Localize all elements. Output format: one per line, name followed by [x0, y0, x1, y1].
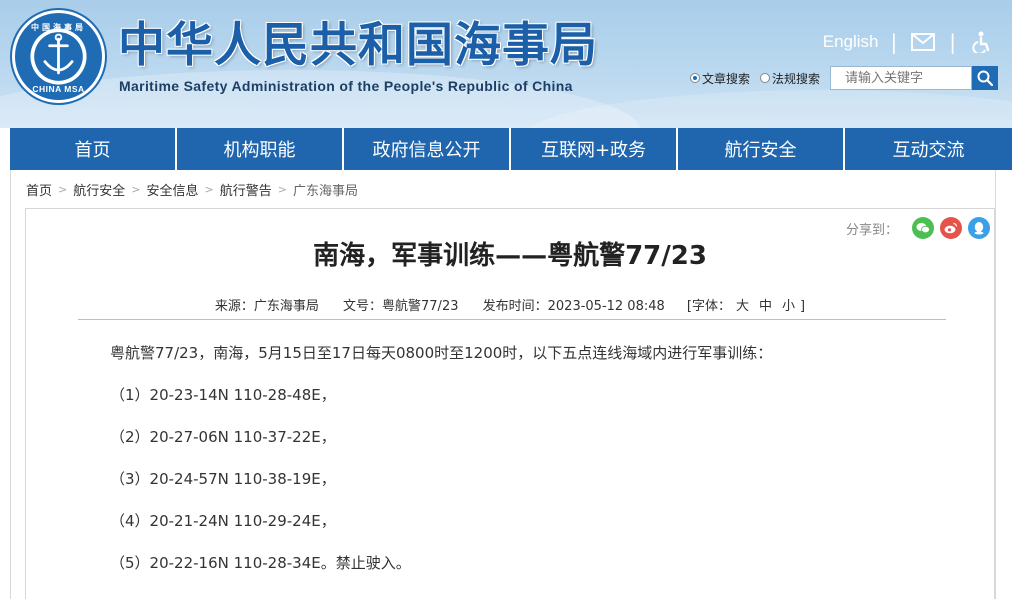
font-size-large[interactable]: 大: [736, 299, 749, 314]
content-frame: 首页 > 航行安全 > 安全信息 > 航行警告 > 广东海事局 分享到： 南海，…: [10, 170, 996, 599]
chevron-right-icon: >: [277, 183, 287, 196]
meta-publish-time: 发布时间：2023-05-12 08:48: [482, 299, 665, 314]
font-size-close: ]: [800, 299, 806, 314]
nav-item-navigation-safety[interactable]: 航行安全: [678, 128, 843, 170]
breadcrumb-item-navigation-safety[interactable]: 航行安全: [73, 180, 125, 199]
nav-item-functions[interactable]: 机构职能: [177, 128, 342, 170]
article-paragraph: （4）20-21-24N 110-29-24E，: [110, 512, 336, 530]
radio-law-search[interactable]: 法规搜索: [760, 70, 820, 87]
nav-item-internet-gov[interactable]: 互联网+政务: [511, 128, 676, 170]
article-body: 粤航警77/23，南海，5月15日至17日每天0800时至1200时，以下五点连…: [110, 341, 950, 593]
search-input[interactable]: [830, 66, 973, 90]
breadcrumb-item-guangdong[interactable]: 广东海事局: [293, 180, 358, 199]
radio-article-search[interactable]: 文章搜索: [690, 70, 750, 87]
logo-text-en: CHINA MSA: [32, 84, 85, 94]
search-button[interactable]: [972, 66, 999, 90]
divider: |: [890, 30, 898, 54]
meta-source: 来源：广东海事局: [214, 299, 319, 314]
nav-item-gov-info[interactable]: 政府信息公开: [344, 128, 509, 170]
main-nav: 首页 机构职能 政府信息公开 互联网+政务 航行安全 互动交流: [10, 128, 1012, 170]
logo-text-cn: 中国海事局: [31, 23, 86, 32]
radio-label: 文章搜索: [702, 71, 751, 86]
mail-icon[interactable]: [909, 30, 937, 54]
font-size-medium[interactable]: 中: [759, 299, 772, 314]
top-links: English | |: [823, 28, 996, 56]
radio-unselected: [760, 73, 771, 83]
article-paragraph: 粤航警77/23，南海，5月15日至17日每天0800时至1200时，以下五点连…: [110, 344, 773, 362]
font-size-small[interactable]: 小: [782, 299, 795, 314]
breadcrumb-item-home[interactable]: 首页: [26, 180, 52, 199]
breadcrumb: 首页 > 航行安全 > 安全信息 > 航行警告 > 广东海事局: [26, 180, 358, 199]
wechat-icon: [916, 223, 930, 234]
article-paragraph: （1）20-23-14N 110-28-48E，: [110, 386, 336, 404]
msa-logo[interactable]: 中国海事局 CHINA MSA: [12, 10, 105, 103]
chevron-right-icon: >: [204, 183, 214, 196]
breadcrumb-item-nav-warning[interactable]: 航行警告: [220, 180, 272, 199]
meta-doc-number: 文号：粤航警77/23: [343, 299, 459, 314]
site-title[interactable]: 中华人民共和国海事局: [118, 18, 598, 74]
chevron-right-icon: >: [131, 183, 141, 196]
radio-label: 法规搜索: [772, 71, 821, 86]
radio-selected: [690, 73, 700, 83]
nav-item-interaction[interactable]: 互动交流: [845, 128, 1012, 170]
english-link[interactable]: English: [823, 32, 879, 52]
article-meta: 来源：广东海事局 文号：粤航警77/23 发布时间：2023-05-12 08:…: [26, 295, 994, 314]
article-paragraph: （5）20-22-16N 110-28-34E。禁止驶入。: [110, 554, 411, 572]
breadcrumb-item-safety-info[interactable]: 安全信息: [146, 180, 198, 199]
article-paragraph: （3）20-24-57N 110-38-19E，: [110, 470, 336, 488]
header-wave: [520, 90, 1012, 128]
title-divider: [78, 319, 946, 320]
accessibility-icon[interactable]: [968, 30, 996, 54]
article-title: 南海，军事训练——粤航警77/23: [313, 241, 707, 271]
search-area: 文章搜索 法规搜索: [690, 66, 999, 90]
article-paragraph: （2）20-27-06N 110-37-22E，: [110, 428, 336, 446]
qq-icon: [974, 222, 984, 235]
search-icon: [977, 70, 994, 86]
article-container: 分享到： 南海，军事训练——粤航警77/23 来源：广东海事局 文号：粤航警77…: [25, 208, 995, 599]
nav-item-home[interactable]: 首页: [10, 128, 175, 170]
font-size-open: [字体：: [686, 299, 731, 314]
site-header: 中国海事局 CHINA MSA 中华人民共和国海事局 Maritime Safe…: [0, 0, 1012, 128]
weibo-icon: [944, 222, 958, 234]
font-size-control: [字体： 大中小]: [687, 299, 805, 314]
divider: |: [949, 30, 956, 54]
site-subtitle: Maritime Safety Administration of the Pe…: [119, 78, 573, 94]
chevron-right-icon: >: [58, 183, 68, 196]
